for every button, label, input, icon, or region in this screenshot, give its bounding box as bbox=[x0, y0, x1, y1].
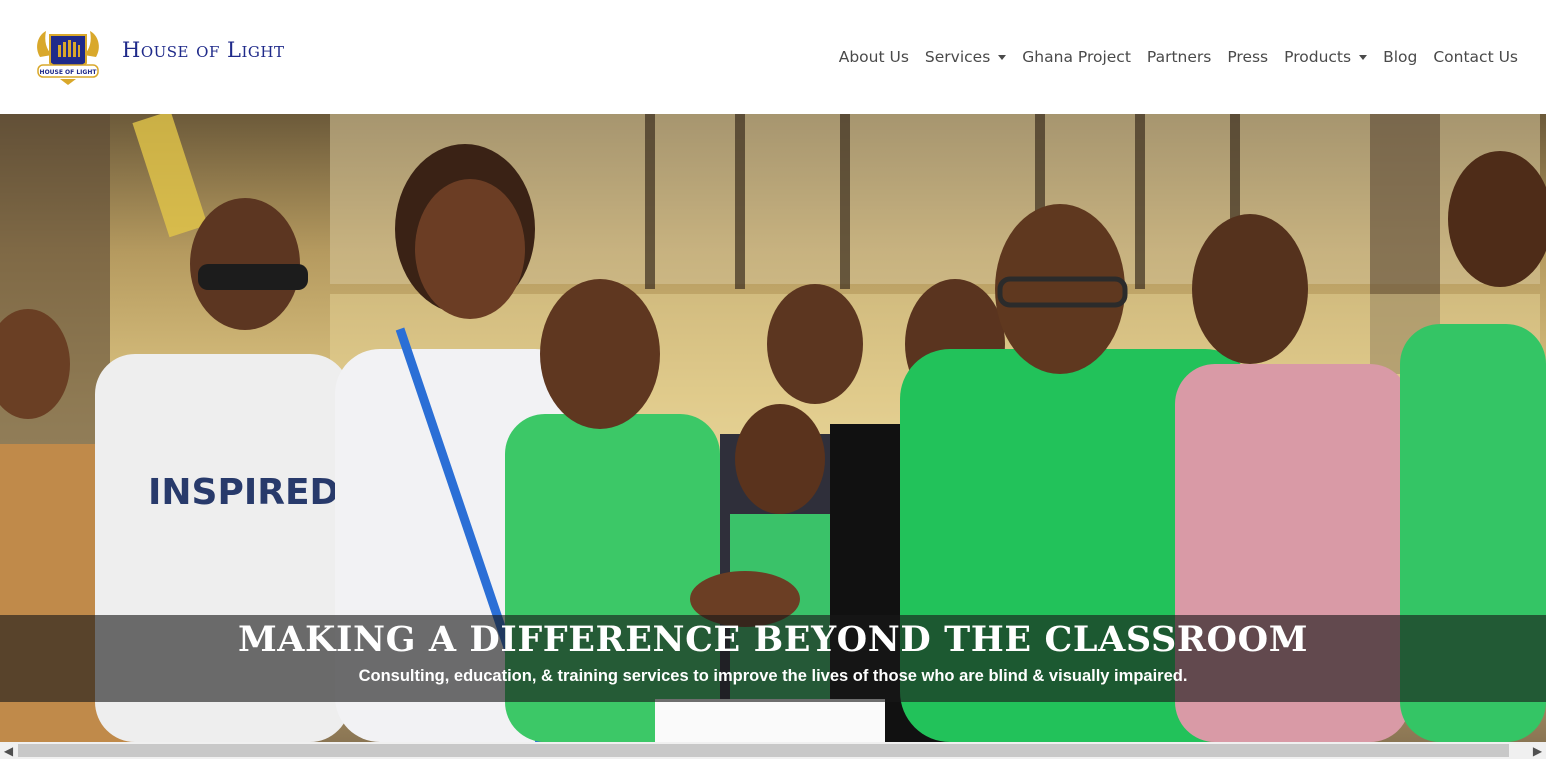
hero-title: MAKING A DIFFERENCE BEYOND THE CLASSROOM bbox=[237, 619, 1309, 660]
nav-label: Partners bbox=[1146, 48, 1212, 66]
hero-caption: MAKING A DIFFERENCE BEYOND THE CLASSROOM… bbox=[0, 615, 1546, 702]
brand-name: House of Light bbox=[122, 38, 285, 62]
scroll-right-arrow-icon[interactable]: ▶ bbox=[1529, 742, 1546, 759]
hero-banner: INSPIRED MAKING A DIFFERENCE BEYOND THE … bbox=[0, 114, 1546, 742]
nav-about-us[interactable]: About Us bbox=[831, 48, 917, 66]
house-of-light-logo: HOUSE OF LIGHT bbox=[37, 31, 99, 85]
scroll-thumb[interactable] bbox=[18, 744, 1509, 757]
nav-label: Services bbox=[924, 48, 991, 66]
nav-products[interactable]: Products bbox=[1276, 48, 1375, 66]
nav-label: Ghana Project bbox=[1022, 48, 1131, 66]
main-nav: About Us Services Ghana Project Partners… bbox=[831, 48, 1526, 66]
nav-label: Blog bbox=[1383, 48, 1418, 66]
nav-partners[interactable]: Partners bbox=[1139, 48, 1219, 66]
nav-label: Contact Us bbox=[1433, 48, 1518, 66]
nav-ghana-project[interactable]: Ghana Project bbox=[1014, 48, 1139, 66]
nav-label: About Us bbox=[838, 48, 909, 66]
caret-down-icon bbox=[1359, 54, 1368, 60]
nav-contact-us[interactable]: Contact Us bbox=[1425, 48, 1526, 66]
nav-press[interactable]: Press bbox=[1219, 48, 1276, 66]
shirt-print: INSPIRED bbox=[148, 472, 339, 513]
horizontal-scrollbar[interactable]: ◀ ▶ bbox=[0, 742, 1546, 759]
caret-down-icon bbox=[998, 54, 1007, 60]
logo-text: HOUSE OF LIGHT bbox=[40, 69, 98, 76]
hero-subtitle: Consulting, education, & training servic… bbox=[358, 667, 1188, 685]
nav-blog[interactable]: Blog bbox=[1375, 48, 1425, 66]
brand-link[interactable]: HOUSE OF LIGHT House of Light bbox=[32, 27, 284, 87]
site-header: HOUSE OF LIGHT House of Light About Us S… bbox=[0, 0, 1546, 114]
scroll-left-arrow-icon[interactable]: ◀ bbox=[0, 742, 17, 759]
nav-label: Press bbox=[1227, 48, 1269, 66]
nav-services[interactable]: Services bbox=[917, 48, 1014, 66]
nav-label: Products bbox=[1284, 48, 1352, 66]
